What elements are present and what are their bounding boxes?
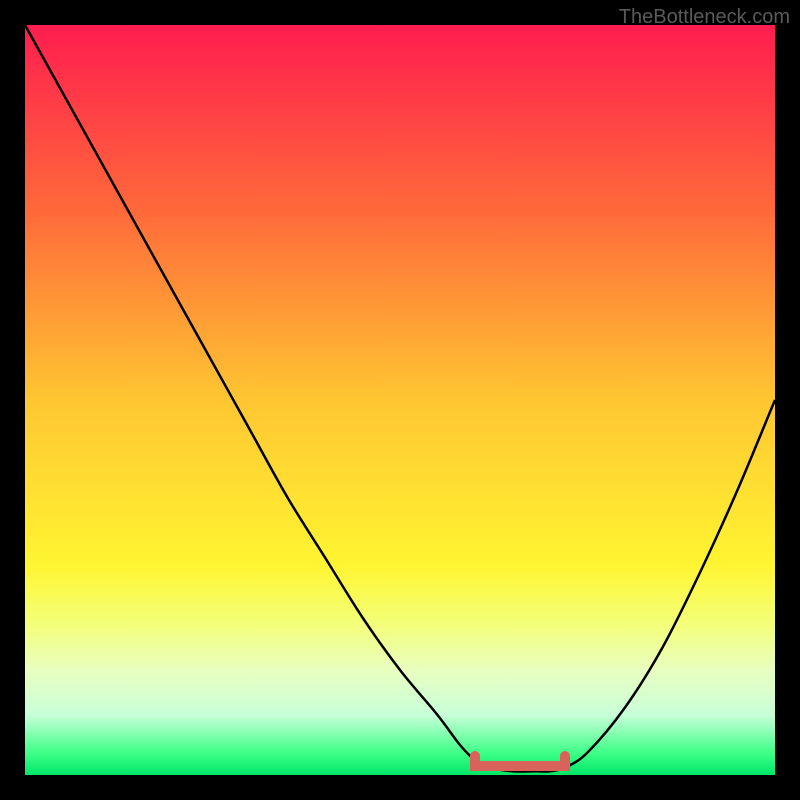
chart-background <box>25 25 775 775</box>
chart-svg <box>25 25 775 775</box>
watermark-text: TheBottleneck.com <box>619 6 790 29</box>
chart-container <box>25 25 775 775</box>
